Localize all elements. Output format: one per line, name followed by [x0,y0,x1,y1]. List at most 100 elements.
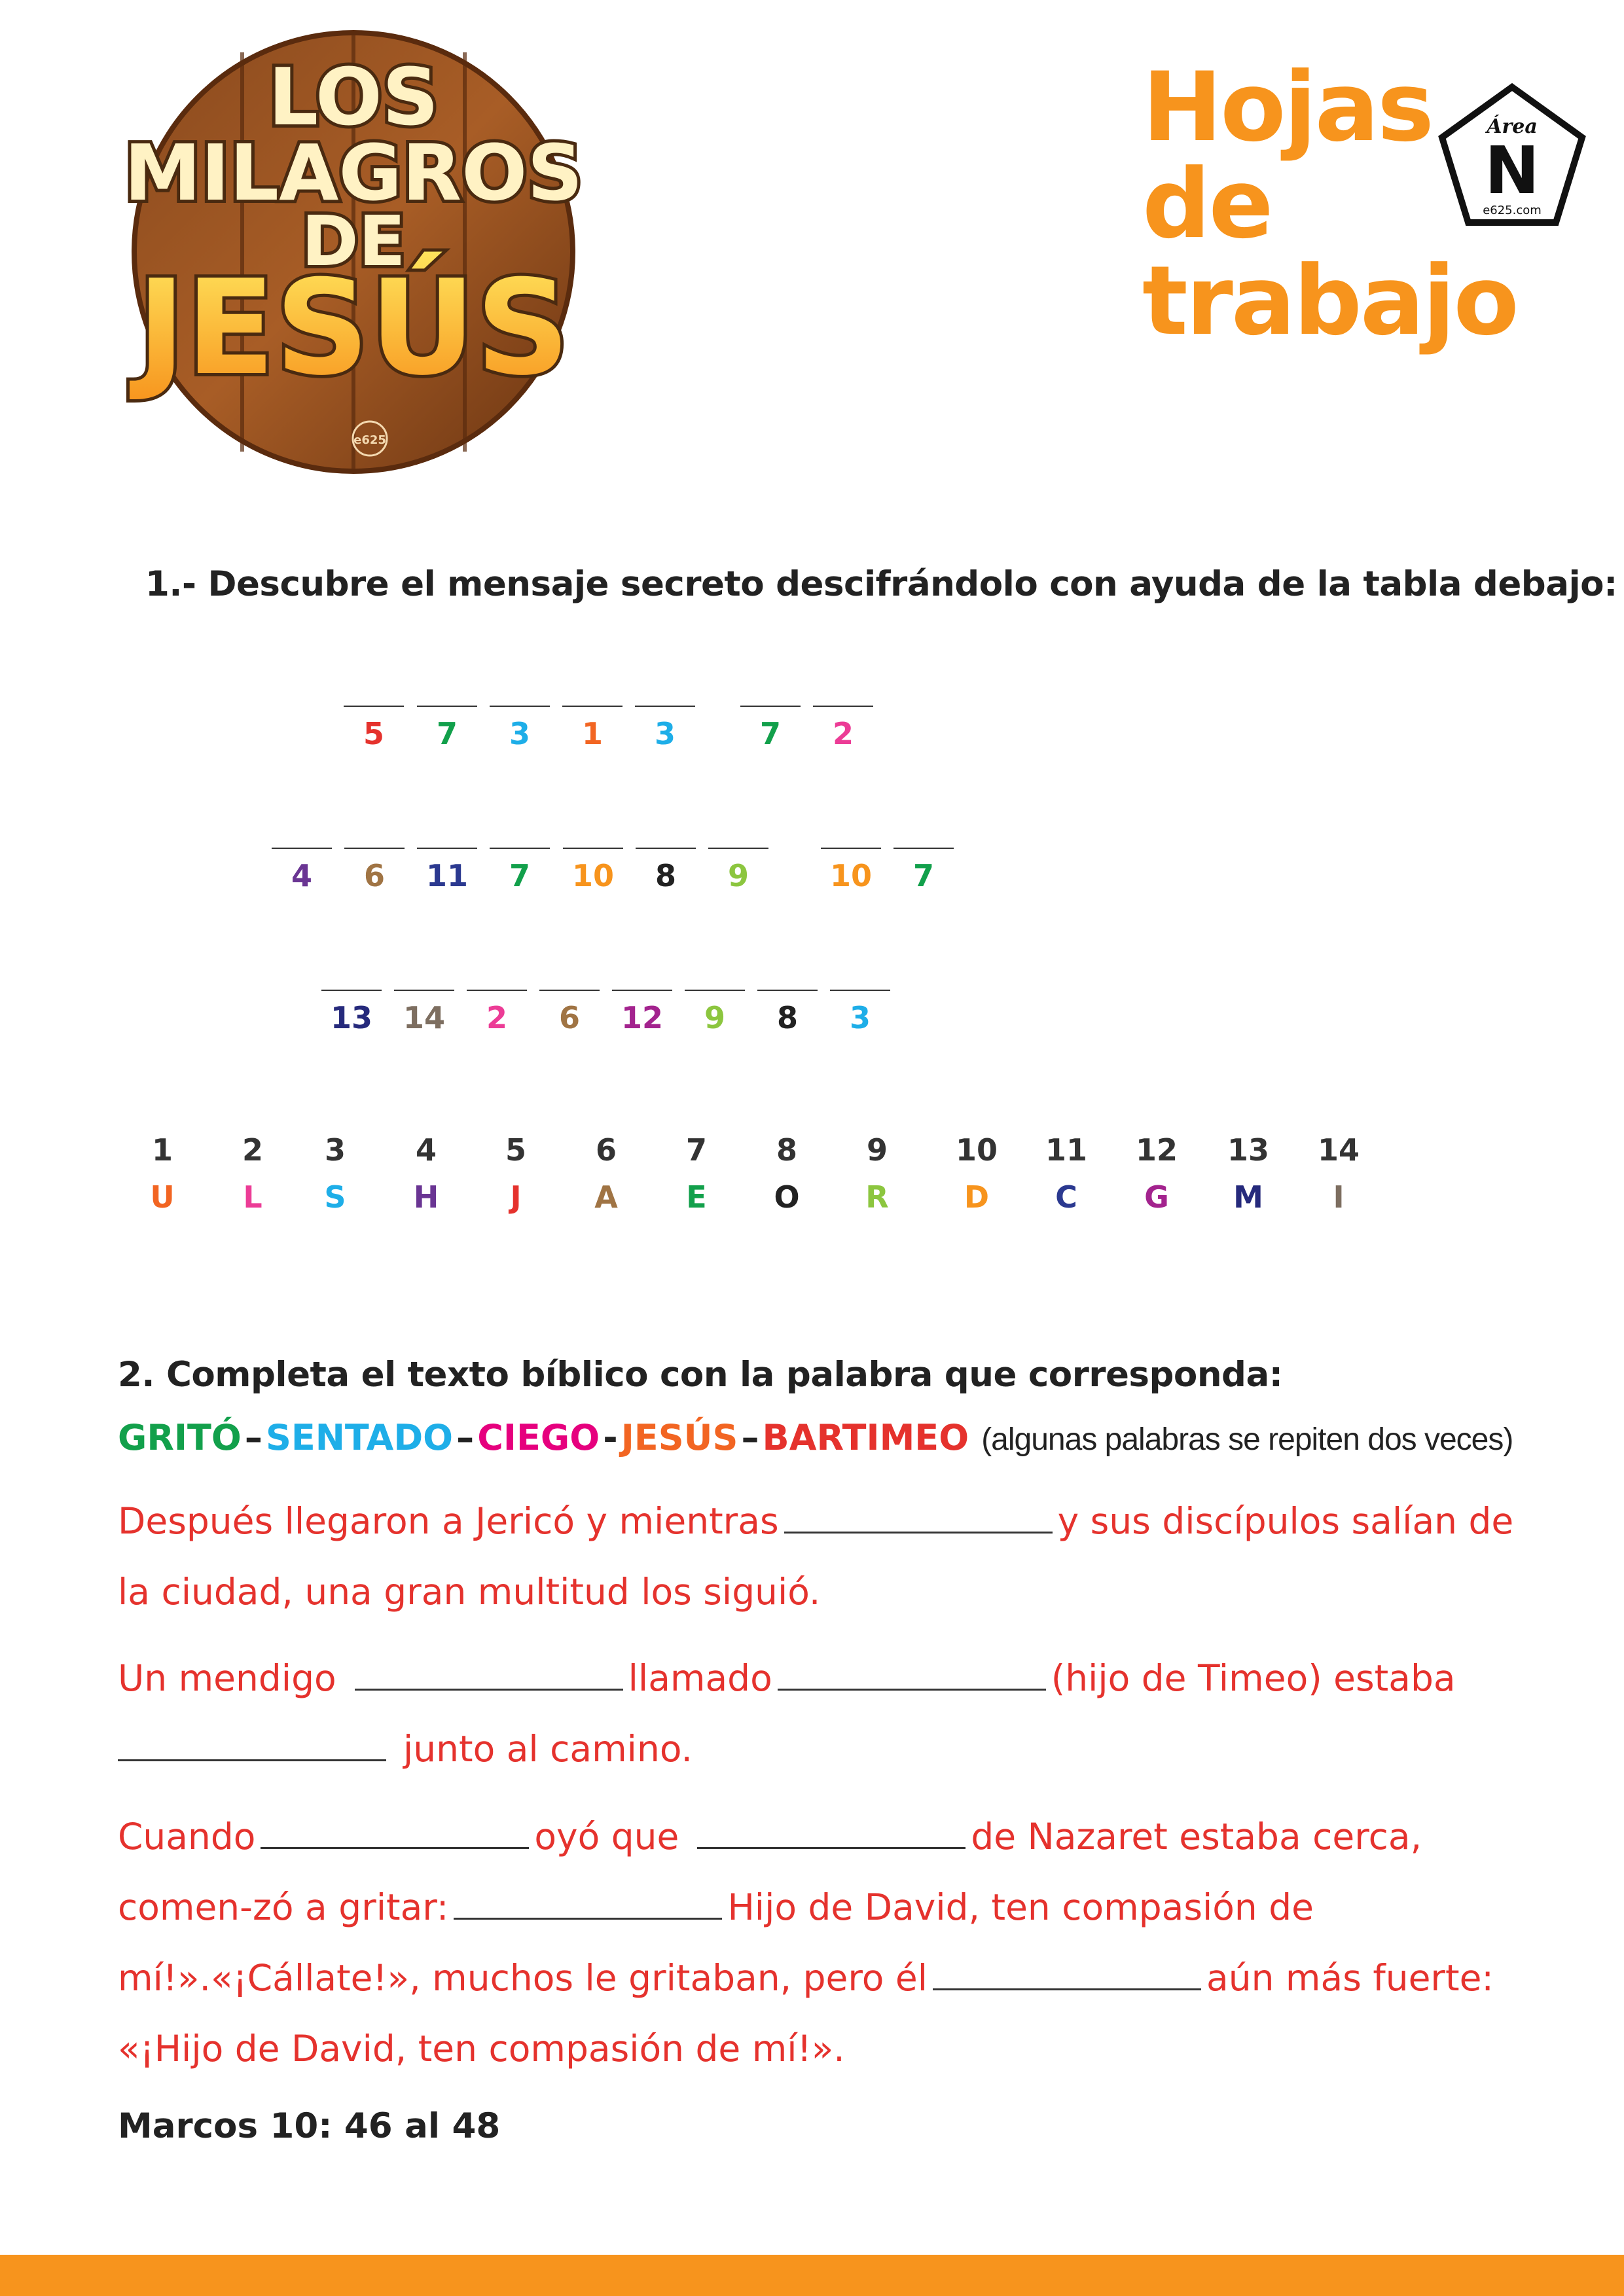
key-number: 3 [324,1132,346,1168]
cipher-digit: 3 [509,716,530,751]
word-ciego: CIEGO [477,1417,600,1458]
key-letter: D [964,1179,990,1215]
word-bank: GRITÓ – SENTADO – CIEGO - JESÚS – BARTIM… [118,1417,1513,1458]
cipher-blank[interactable] [321,990,382,991]
cipher-blank[interactable] [344,706,404,707]
cipher-blank[interactable] [813,706,873,707]
blank-field[interactable] [118,1733,386,1761]
key-column: 6A [570,1132,642,1215]
paragraph-3: Cuando oyó que de Nazaret estaba cerca, co… [118,1801,1525,2084]
cipher-digit: 1 [581,716,603,751]
cipher-digit: 3 [654,716,676,751]
key-letter: J [510,1179,522,1215]
badge-letter: N [1485,132,1540,209]
p2-text-d: junto al camino. [403,1728,693,1770]
blank-field[interactable] [354,1662,623,1691]
cipher-digit: 10 [829,858,872,893]
cipher-blank[interactable] [344,848,405,849]
paragraph-2: Un mendigo llamado (hijo de Timeo) estaba … [118,1643,1525,1784]
key-letter: G [1144,1179,1169,1215]
cipher-digit: 7 [509,858,530,893]
cipher-blank[interactable] [417,706,477,707]
section2-instruction: 2. Completa el texto bíblico con la pala… [118,1355,1283,1395]
blank-field[interactable] [697,1821,966,1849]
cipher-blank[interactable] [685,990,745,991]
cipher-blank[interactable] [821,848,881,849]
cipher-blank[interactable] [740,706,801,707]
key-number: 13 [1227,1132,1269,1168]
key-letter: H [413,1179,439,1215]
cipher-digit: 4 [291,858,312,893]
cipher-digit: 11 [425,858,468,893]
cipher-digit: 2 [486,1000,507,1035]
key-column: 11 C [1030,1132,1102,1215]
cipher-blank[interactable] [394,990,454,991]
key-number: 14 [1317,1132,1360,1168]
cipher-blank[interactable] [490,706,550,707]
blank-field[interactable] [784,1505,1053,1534]
cipher-digit: 9 [727,858,749,893]
p3-text-a: Cuando [118,1816,256,1857]
key-letter: A [594,1179,618,1215]
p2-text-a: Un mendigo [118,1657,336,1699]
cipher-digit: 8 [655,858,676,893]
cipher-blank[interactable] [417,848,477,849]
key-column: 7E [660,1132,732,1215]
key-number: 1 [151,1132,173,1168]
separator: – [244,1417,262,1458]
separator: – [741,1417,759,1458]
cipher-digit: 8 [776,1000,798,1035]
area-n-badge-icon: Área N e625.com [1438,82,1586,226]
cipher-blank[interactable] [708,848,768,849]
bible-reference: Marcos 10: 46 al 48 [118,2106,501,2146]
key-number: 11 [1045,1132,1087,1168]
key-letter: M [1233,1179,1263,1215]
blank-field[interactable] [933,1962,1202,1990]
key-number: 4 [415,1132,437,1168]
cipher-blank[interactable] [539,990,600,991]
key-letter: R [865,1179,889,1215]
cipher-blank[interactable] [757,990,818,991]
key-letter: E [686,1179,707,1215]
key-number: 6 [595,1132,617,1168]
word-bartimeo: BARTIMEO [762,1417,969,1458]
key-column: 4H [390,1132,462,1215]
cipher-digit: 9 [704,1000,725,1035]
blank-field[interactable] [454,1892,723,1920]
cipher-blank[interactable] [636,848,696,849]
cipher-digit: 10 [571,858,614,893]
cipher-blank[interactable] [467,990,527,991]
key-number: 10 [955,1132,998,1168]
key-column: 10 D [941,1132,1013,1215]
key-column: 12 G [1121,1132,1193,1215]
logo-line-4: JESÚS [129,251,570,404]
cipher-blank[interactable] [490,848,550,849]
los-milagros-de-jesus-logo: LOS MILAGROS DE JESÚS e625 [121,30,586,474]
blank-field[interactable] [777,1662,1046,1691]
key-number: 9 [866,1132,888,1168]
cipher-blank[interactable] [272,848,332,849]
blank-field[interactable] [261,1821,530,1849]
cipher-digit: 14 [403,1000,445,1035]
cipher-blank[interactable] [635,706,695,707]
title-line-3: trabajo [1142,245,1519,357]
key-number: 8 [776,1132,797,1168]
cipher-blank[interactable] [893,848,954,849]
key-number: 12 [1135,1132,1178,1168]
cipher-blank[interactable] [562,706,623,707]
separator: – [456,1417,475,1458]
cipher-blank[interactable] [830,990,890,991]
p2-text-c: (hijo de Timeo) estaba [1051,1657,1456,1699]
cipher-digit: 7 [912,858,934,893]
p1-text-a: Después llegaron a Jericó y mientras [118,1500,779,1542]
cipher-digit: 2 [832,716,854,751]
badge-bottom: e625.com [1483,204,1542,217]
key-letter: O [774,1179,800,1215]
cipher-digit: 3 [849,1000,871,1035]
key-column: 1U [126,1132,198,1215]
word-jesus: JESÚS [621,1417,738,1458]
cipher-blank[interactable] [563,848,623,849]
key-letter: C [1055,1179,1077,1215]
cipher-digit: 5 [363,716,384,751]
cipher-blank[interactable] [612,990,672,991]
